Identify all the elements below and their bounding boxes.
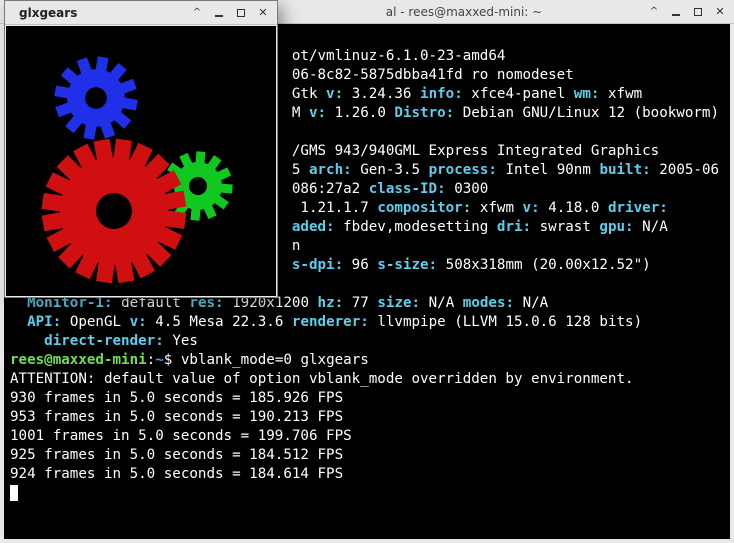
blue-gear-icon xyxy=(48,50,144,146)
close-icon: ✕ xyxy=(258,6,267,19)
minimize-button[interactable] xyxy=(670,6,682,18)
rollup-button[interactable]: ^ xyxy=(648,6,660,18)
chevron-up-icon: ^ xyxy=(650,6,658,17)
rollup-button[interactable]: ^ xyxy=(191,7,203,19)
red-gear-icon xyxy=(33,130,196,293)
chevron-up-icon: ^ xyxy=(193,7,201,18)
glxgears-canvas xyxy=(6,26,276,296)
maximize-button[interactable] xyxy=(692,6,704,18)
terminal-window-buttons: ^ ✕ xyxy=(648,6,730,18)
glxgears-title: glxgears xyxy=(9,6,191,20)
glxgears-window: glxgears ^ ✕ xyxy=(4,0,278,298)
maximize-button[interactable] xyxy=(235,7,247,19)
minimize-button[interactable] xyxy=(213,7,225,19)
close-button[interactable]: ✕ xyxy=(257,7,269,19)
minimize-icon xyxy=(215,15,223,17)
minimize-icon xyxy=(672,14,680,16)
close-icon: ✕ xyxy=(715,5,724,18)
maximize-icon xyxy=(694,8,702,16)
maximize-icon xyxy=(237,9,245,17)
glxgears-titlebar[interactable]: glxgears ^ ✕ xyxy=(5,1,277,25)
terminal-cursor xyxy=(10,485,18,501)
close-button[interactable]: ✕ xyxy=(714,6,726,18)
glxgears-window-buttons: ^ ✕ xyxy=(191,7,273,19)
